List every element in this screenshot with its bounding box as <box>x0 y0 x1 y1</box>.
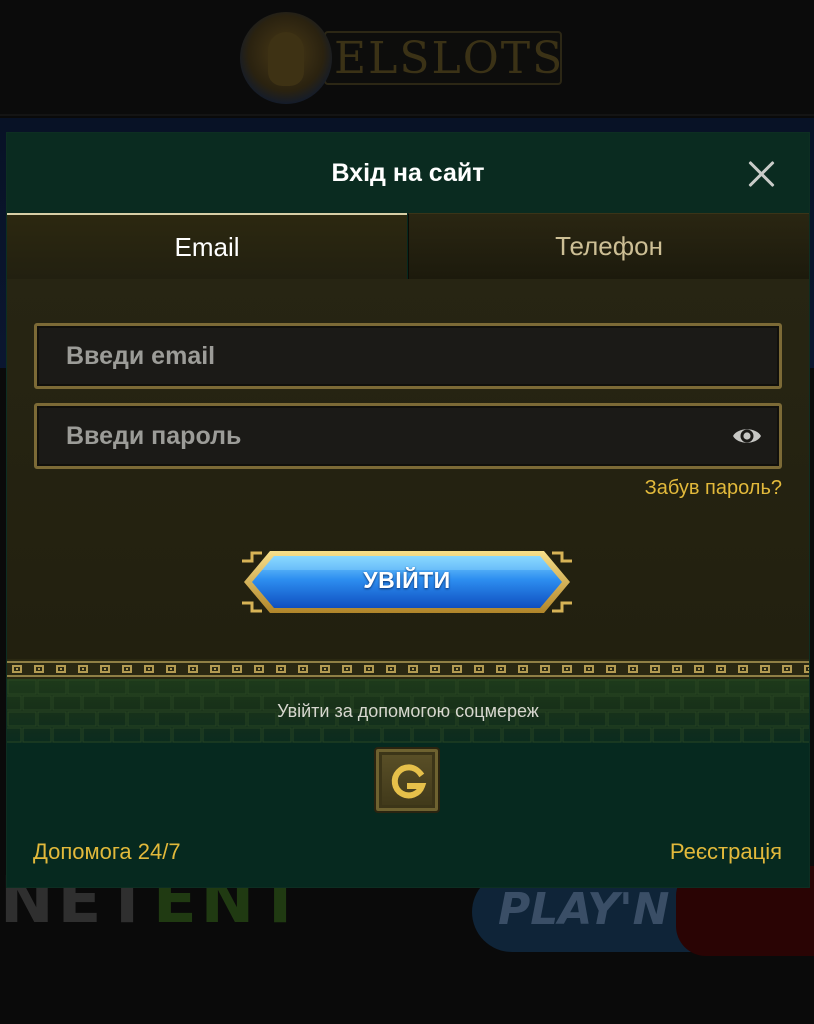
login-button-label: УВІЙТИ <box>363 567 451 593</box>
logo-emblem <box>240 12 332 104</box>
tab-email[interactable]: Email <box>7 213 407 279</box>
tab-phone[interactable]: Телефон <box>408 213 809 279</box>
close-icon[interactable] <box>745 157 779 191</box>
help-link[interactable]: Допомога 24/7 <box>33 839 181 865</box>
site-logo: ELSLOTS <box>240 12 576 104</box>
email-field[interactable] <box>37 326 779 386</box>
email-field-wrapper <box>34 323 782 389</box>
site-header: ELSLOTS <box>0 0 814 116</box>
modal-title: Вхід на сайт <box>331 159 485 187</box>
password-field-wrapper <box>34 403 782 469</box>
forgot-password-link[interactable]: Забув пароль? <box>645 477 782 500</box>
login-modal: Вхід на сайт Email Телефон Забув пароль? <box>7 133 809 887</box>
login-form: Забув пароль? <box>7 279 809 659</box>
social-login-label: Увійти за допомогою соцмереж <box>277 701 539 721</box>
google-icon <box>391 764 427 799</box>
register-link[interactable]: Реєстрація <box>670 839 782 865</box>
eye-icon[interactable] <box>731 424 763 448</box>
password-field[interactable] <box>37 406 779 466</box>
ornament-divider <box>7 659 809 679</box>
logo-text: ELSLOTS <box>334 32 565 84</box>
google-login-button[interactable] <box>374 747 440 813</box>
login-button[interactable]: УВІЙТИ <box>240 549 574 615</box>
login-tabs: Email Телефон <box>7 213 809 279</box>
modal-header: Вхід на сайт <box>7 133 809 213</box>
